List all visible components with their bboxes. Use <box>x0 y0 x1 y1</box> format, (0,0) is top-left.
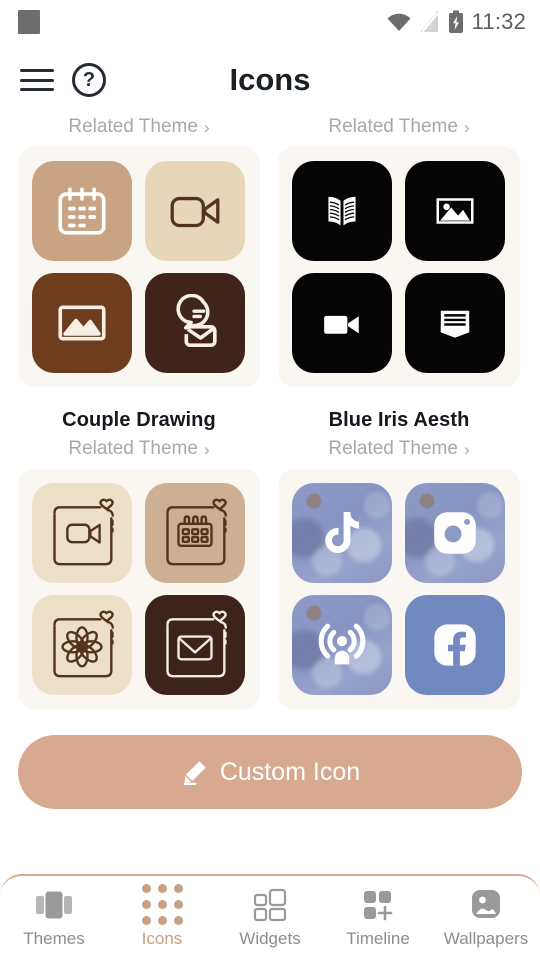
nav-label-themes: Themes <box>23 928 85 948</box>
squares-plus-icon <box>359 888 397 922</box>
nav-item-themes[interactable]: Themes <box>0 888 108 949</box>
nav-item-timeline[interactable]: Timeline <box>324 888 432 949</box>
status-bar-clock: 11:32 <box>471 9 526 34</box>
icon-tile-calendar[interactable] <box>32 161 132 261</box>
battery-charging-icon <box>448 10 463 33</box>
custom-icon-button[interactable]: Custom Icon <box>18 735 522 809</box>
related-theme-link[interactable]: Related Theme › <box>278 116 520 138</box>
chevron-right-icon: › <box>463 439 470 459</box>
theme-card-brown[interactable]: Related Theme › <box>18 116 260 387</box>
icon-preview-card[interactable] <box>18 147 260 387</box>
video-camera-sketch-icon <box>53 498 114 566</box>
icon-tile-video-camera[interactable] <box>145 161 245 261</box>
calendar-icon <box>58 187 106 235</box>
icon-tile-instagram[interactable] <box>405 483 505 583</box>
header-icon-group: ? <box>20 63 106 97</box>
related-theme-label: Related Theme <box>328 438 458 459</box>
nav-label-icons: Icons <box>141 928 183 948</box>
icon-preview-card[interactable] <box>278 147 520 387</box>
book-icon <box>328 196 356 226</box>
squares-outline-icon <box>251 888 289 922</box>
photos-icon <box>436 198 474 224</box>
hamburger-menu-icon[interactable] <box>20 69 54 91</box>
nav-item-wallpapers[interactable]: Wallpapers <box>432 888 540 949</box>
wifi-icon <box>387 13 411 31</box>
app-square-icon <box>18 10 40 34</box>
podcast-icon <box>318 623 366 665</box>
status-bar: 11:32 <box>0 0 540 44</box>
bottom-navigation: Themes Icons Widgets Timeline Wallpapers <box>0 874 540 960</box>
custom-icon-label: Custom Icon <box>219 757 361 786</box>
calendar-sketch-icon <box>166 498 227 566</box>
carousel-icon <box>34 888 74 922</box>
tiktok-icon <box>325 512 360 554</box>
icon-tile-photos[interactable] <box>405 161 505 261</box>
flower-sketch-icon <box>53 610 114 678</box>
icon-tile-video-camera[interactable] <box>292 273 392 373</box>
theme-name: Blue Iris Aesth <box>328 409 470 431</box>
nav-label-wallpapers: Wallpapers <box>443 928 529 948</box>
icon-tile-video-camera-sketch[interactable] <box>32 483 132 583</box>
theme-card-couple-drawing[interactable]: Couple Drawing Related Theme › <box>18 387 260 709</box>
video-camera-icon <box>170 196 220 228</box>
related-theme-label: Related Theme <box>68 438 198 459</box>
icon-preview-card[interactable] <box>278 469 520 709</box>
icon-tile-facebook[interactable] <box>405 595 505 695</box>
wallpaper-image-icon <box>468 888 504 922</box>
theme-name: Couple Drawing <box>62 409 216 431</box>
related-theme-link[interactable]: Related Theme › <box>278 438 520 460</box>
icon-tile-podcast[interactable] <box>292 595 392 695</box>
icon-tile-mail-inbox[interactable] <box>405 273 505 373</box>
theme-row-1: Related Theme › Related Theme › <box>18 116 522 387</box>
help-circle-icon[interactable]: ? <box>72 63 106 97</box>
dots-grid-icon <box>141 884 183 925</box>
nav-item-widgets[interactable]: Widgets <box>216 888 324 949</box>
theme-card-blue-iris[interactable]: Blue Iris Aesth Related Theme › <box>278 387 520 709</box>
theme-card-black[interactable]: Related Theme › <box>278 116 520 387</box>
gallery-icon <box>58 305 106 341</box>
nav-label-widgets: Widgets <box>239 928 301 948</box>
nav-item-icons[interactable]: Icons <box>108 884 216 949</box>
related-theme-link[interactable]: Related Theme › <box>18 116 260 138</box>
chevron-right-icon: › <box>203 117 210 137</box>
signal-icon <box>419 11 438 33</box>
mail-inbox-icon <box>440 310 470 338</box>
messages-icon <box>176 294 217 348</box>
facebook-icon <box>434 624 476 666</box>
related-theme-link[interactable]: Related Theme › <box>18 438 260 460</box>
related-theme-label: Related Theme <box>328 116 458 137</box>
icon-preview-card[interactable] <box>18 469 260 709</box>
icon-tile-calendar-sketch[interactable] <box>145 483 245 583</box>
icon-tile-gallery[interactable] <box>32 273 132 373</box>
icon-tile-flower-sketch[interactable] <box>32 595 132 695</box>
icon-tile-envelope-sketch[interactable] <box>145 595 245 695</box>
icon-tile-messages[interactable] <box>145 273 245 373</box>
icon-tile-tiktok[interactable] <box>292 483 392 583</box>
theme-grid: Related Theme › Related Theme › Couple D… <box>0 116 540 709</box>
related-theme-label: Related Theme <box>68 116 198 137</box>
status-bar-right: 11:32 <box>386 9 526 35</box>
app-header: ? Icons <box>0 44 540 116</box>
video-camera-icon <box>324 315 359 334</box>
status-bar-left <box>18 10 40 34</box>
icon-tile-book[interactable] <box>292 161 392 261</box>
chevron-right-icon: › <box>203 439 210 459</box>
pencil-icon <box>183 761 206 785</box>
envelope-sketch-icon <box>166 610 227 678</box>
instagram-icon <box>434 512 476 554</box>
theme-row-2: Couple Drawing Related Theme › Blue Iris… <box>18 387 522 709</box>
nav-label-timeline: Timeline <box>346 928 410 948</box>
chevron-right-icon: › <box>463 117 470 137</box>
app-screen: 11:32 ? Icons Related Theme › Related Th… <box>0 0 540 960</box>
